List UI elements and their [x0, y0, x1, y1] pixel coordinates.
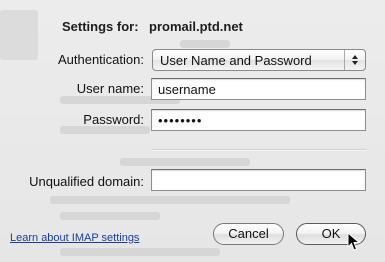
cancel-button[interactable]: Cancel	[213, 223, 284, 245]
authentication-label: Authentication:	[57, 52, 144, 67]
password-field[interactable]: ••••••••	[151, 109, 366, 131]
imap-settings-sheet: Settings for: promail.ptd.net Authentica…	[0, 0, 385, 262]
authentication-popup[interactable]: User Name and Password	[152, 49, 366, 71]
username-label: User name:	[76, 81, 144, 96]
separator	[152, 149, 366, 151]
password-label: Password:	[83, 112, 144, 127]
authentication-value: User Name and Password	[160, 53, 312, 68]
account-server-name: promail.ptd.net	[149, 19, 243, 34]
username-field[interactable]: username	[151, 78, 366, 100]
mouse-pointer-icon	[347, 232, 361, 251]
popup-arrows-icon	[344, 50, 365, 70]
learn-imap-link[interactable]: Learn about IMAP settings	[10, 232, 139, 244]
settings-for-label: Settings for:	[62, 19, 139, 34]
unqualified-domain-field[interactable]	[151, 169, 366, 191]
unqualified-domain-label: Unqualified domain:	[29, 174, 144, 189]
